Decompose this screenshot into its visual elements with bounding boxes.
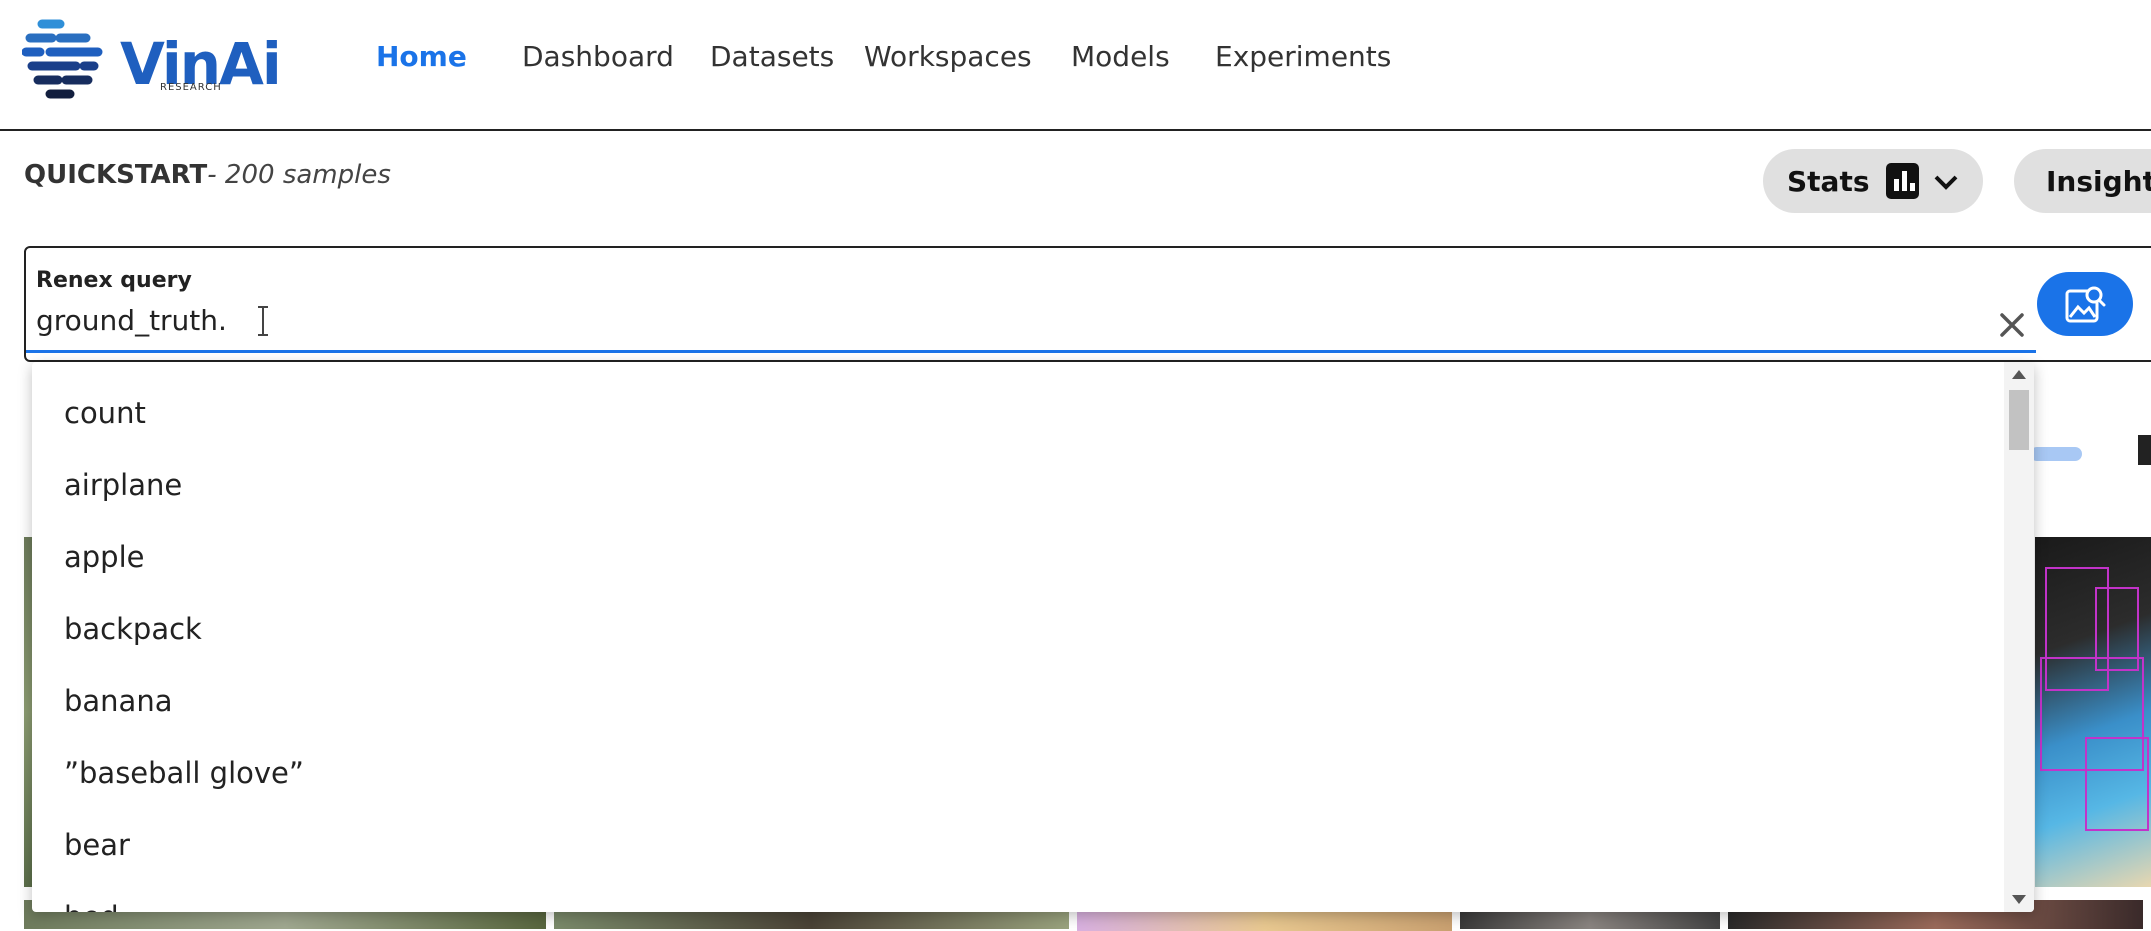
nav-workspaces[interactable]: Workspaces [864, 40, 1032, 73]
dropdown-option[interactable]: airplane [64, 468, 182, 502]
query-label: Renex query [36, 268, 192, 293]
dropdown-option[interactable]: banana [64, 684, 172, 718]
image-search-button[interactable] [2037, 272, 2133, 336]
nav-home[interactable]: Home [376, 40, 467, 73]
dropdown-scrollbar[interactable] [2004, 362, 2034, 912]
vinai-logo[interactable]: VinAi RESEARCH [22, 16, 282, 102]
logo-subtext: RESEARCH [160, 82, 222, 93]
renex-query-box: Renex query [24, 246, 2151, 362]
query-input[interactable] [36, 302, 1986, 338]
chevron-down-icon[interactable] [1933, 165, 1959, 198]
bar-chart-icon [1885, 163, 1919, 199]
panel-handle[interactable] [2138, 435, 2151, 465]
insights-label: Insights [2046, 164, 2151, 198]
close-icon[interactable] [1997, 310, 2027, 340]
scroll-up-arrow-icon[interactable] [2012, 370, 2026, 379]
text-cursor-icon [258, 306, 268, 336]
sample-count: - 200 samples [207, 160, 391, 190]
logo-mark-icon [22, 19, 103, 99]
insights-button[interactable]: Insights [2014, 149, 2151, 213]
nav-experiments[interactable]: Experiments [1215, 40, 1391, 73]
image-search-icon [2065, 286, 2106, 323]
dropdown-option[interactable]: bear [64, 828, 130, 862]
nav-datasets[interactable]: Datasets [710, 40, 834, 73]
sample-thumbnail[interactable] [2035, 537, 2151, 887]
nav-dashboard[interactable]: Dashboard [522, 40, 674, 73]
dropdown-option[interactable]: ”baseball glove” [64, 756, 304, 790]
autocomplete-dropdown: count airplane apple backpack banana ”ba… [32, 362, 2034, 912]
scroll-thumb[interactable] [2009, 390, 2029, 450]
scroll-down-arrow-icon[interactable] [2012, 895, 2026, 904]
stats-label: Stats [1787, 164, 1870, 198]
progress-bar [2030, 447, 2082, 461]
dropdown-option[interactable]: backpack [64, 612, 202, 646]
top-navbar: VinAi RESEARCH Home Dashboard Datasets W… [0, 0, 2151, 131]
dropdown-option[interactable]: bed [64, 900, 119, 912]
dataset-title: QUICKSTART- 200 samples [24, 160, 391, 190]
dataset-name: QUICKSTART [24, 160, 208, 190]
dropdown-option[interactable]: count [64, 396, 146, 430]
stats-button[interactable]: Stats [1763, 149, 1983, 213]
query-focus-underline [26, 350, 2036, 353]
dropdown-option[interactable]: apple [64, 540, 145, 574]
nav-models[interactable]: Models [1071, 40, 1170, 73]
